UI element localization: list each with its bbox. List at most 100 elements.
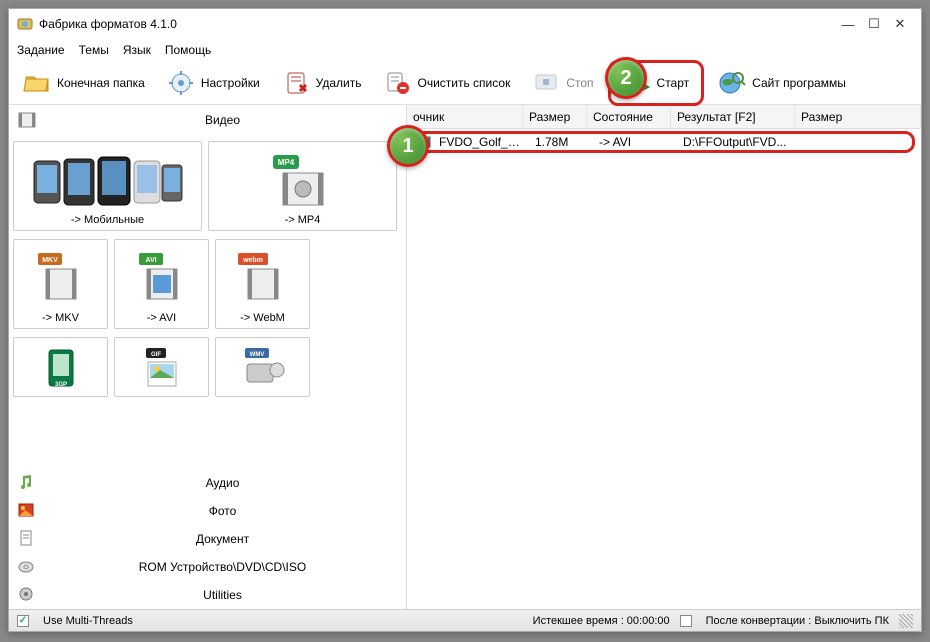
afterconvert-label: После конвертации : Выключить ПК — [706, 615, 889, 627]
left-panel: Видео -> Моб — [9, 105, 407, 609]
category-photo[interactable]: Фото — [9, 497, 406, 525]
disc-icon — [17, 557, 37, 577]
mp4-icon: MP4 — [213, 148, 392, 214]
category-utilities[interactable]: Utilities — [9, 581, 406, 609]
clear-list-button[interactable]: Очистить список — [375, 65, 518, 101]
tile-wmv[interactable]: WMV — [215, 337, 310, 397]
tile-avi[interactable]: AVI -> AVI — [114, 239, 209, 329]
gear-small-icon — [17, 585, 37, 605]
clear-list-label: Очистить список — [417, 76, 510, 90]
app-window: Фабрика форматов 4.1.0 — ☐ ✕ Задание Тем… — [8, 8, 922, 632]
category-video-label: Видео — [47, 113, 398, 127]
folder-icon — [23, 69, 51, 97]
multithreads-checkbox[interactable] — [17, 615, 29, 627]
app-icon — [17, 16, 33, 32]
cell-state: -> AVI — [593, 135, 677, 149]
delete-label: Удалить — [316, 76, 362, 90]
clear-icon — [383, 69, 411, 97]
settings-label: Настройки — [201, 76, 260, 90]
globe-icon — [718, 69, 746, 97]
col-state[interactable]: Состояние — [587, 105, 671, 128]
rom-label: ROM Устройство\DVD\CD\ISO — [47, 560, 398, 574]
tile-webm[interactable]: webm -> WebM — [215, 239, 310, 329]
tile-mp4[interactable]: MP4 -> MP4 — [208, 141, 397, 231]
list-body[interactable]: FVDO_Golf_7... 1.78M -> AVI D:\FFOutput\… — [407, 129, 921, 609]
cell-result: D:\FFOutput\FVD... — [677, 135, 911, 149]
list-header: очник Размер Состояние Результат [F2] Ра… — [407, 105, 921, 129]
dest-folder-label: Конечная папка — [57, 76, 145, 90]
format-grid: -> Мобильные MP4 -> MP4 — [9, 135, 406, 469]
menu-help[interactable]: Помощь — [165, 43, 211, 57]
gif-icon: GIF — [119, 344, 204, 392]
stop-label: Стоп — [566, 76, 593, 90]
svg-text:MP4: MP4 — [277, 158, 294, 167]
music-icon — [17, 473, 37, 493]
col-size2[interactable]: Размер — [795, 105, 921, 128]
tile-mkv[interactable]: MKV -> MKV — [13, 239, 108, 329]
wmv-icon: WMV — [220, 344, 305, 392]
avi-icon: AVI — [119, 246, 204, 312]
maximize-button[interactable]: ☐ — [861, 14, 887, 34]
svg-text:3GP: 3GP — [54, 382, 66, 388]
site-label: Сайт программы — [752, 76, 846, 90]
site-button[interactable]: Сайт программы — [710, 65, 854, 101]
statusbar: Use Multi-Threads Истекшее время : 00:00… — [9, 609, 921, 631]
stop-icon — [532, 69, 560, 97]
annotation-2: 2 — [605, 57, 647, 99]
svg-text:WMV: WMV — [249, 352, 264, 358]
webm-icon: webm — [220, 246, 305, 312]
document-label: Документ — [47, 532, 398, 546]
gear-icon — [167, 69, 195, 97]
titlebar: Фабрика форматов 4.1.0 — ☐ ✕ — [9, 9, 921, 39]
audio-label: Аудио — [47, 476, 398, 490]
cell-name: FVDO_Golf_7... — [433, 135, 529, 149]
tile-label: -> AVI — [147, 312, 176, 324]
col-size[interactable]: Размер — [523, 105, 587, 128]
tile-gif[interactable]: GIF — [114, 337, 209, 397]
multithreads-label: Use Multi-Threads — [43, 615, 133, 627]
annotation-1: 1 — [387, 125, 429, 167]
3gp-icon: 3GP — [18, 344, 103, 392]
dest-folder-button[interactable]: Конечная папка — [15, 65, 153, 101]
file-row[interactable]: FVDO_Golf_7... 1.78M -> AVI D:\FFOutput\… — [409, 131, 915, 153]
tile-label: -> Мобильные — [71, 214, 144, 226]
content: Видео -> Моб — [9, 105, 921, 609]
window-title: Фабрика форматов 4.1.0 — [39, 17, 835, 31]
settings-button[interactable]: Настройки — [159, 65, 268, 101]
menu-themes[interactable]: Темы — [79, 43, 109, 57]
photo-label: Фото — [47, 504, 398, 518]
svg-text:GIF: GIF — [151, 352, 161, 358]
minimize-button[interactable]: — — [835, 14, 861, 34]
tile-3gp[interactable]: 3GP — [13, 337, 108, 397]
menu-task[interactable]: Задание — [17, 43, 65, 57]
utilities-label: Utilities — [47, 588, 398, 602]
col-source[interactable]: очник — [407, 105, 523, 128]
category-rom[interactable]: ROM Устройство\DVD\CD\ISO — [9, 553, 406, 581]
cell-size: 1.78M — [529, 135, 593, 149]
menu-language[interactable]: Язык — [123, 43, 151, 57]
toolbar: Конечная папка Настройки Удалить Очистит… — [9, 61, 921, 105]
close-button[interactable]: ✕ — [887, 14, 913, 34]
delete-button[interactable]: Удалить — [274, 65, 370, 101]
afterconvert-checkbox[interactable] — [680, 615, 692, 627]
resize-grip[interactable] — [899, 614, 913, 628]
category-list: Аудио Фото Документ ROM Устройство\DVD\C… — [9, 469, 406, 609]
tile-label: -> MKV — [42, 312, 79, 324]
right-panel: очник Размер Состояние Результат [F2] Ра… — [407, 105, 921, 609]
mkv-icon: MKV — [18, 246, 103, 312]
tile-mobile[interactable]: -> Мобильные — [13, 141, 202, 231]
category-audio[interactable]: Аудио — [9, 469, 406, 497]
category-video-header[interactable]: Видео — [9, 105, 406, 135]
col-result[interactable]: Результат [F2] — [671, 105, 795, 128]
tile-label: -> MP4 — [285, 214, 321, 226]
document-icon — [17, 529, 37, 549]
delete-icon — [282, 69, 310, 97]
stop-button[interactable]: Стоп — [524, 65, 601, 101]
elapsed-label: Истекшее время : 00:00:00 — [533, 615, 670, 627]
category-document[interactable]: Документ — [9, 525, 406, 553]
film-icon — [17, 110, 37, 130]
photo-icon — [17, 501, 37, 521]
svg-text:MKV: MKV — [42, 257, 58, 264]
start-label: Старт — [657, 76, 690, 90]
mobile-devices-icon — [18, 148, 197, 214]
